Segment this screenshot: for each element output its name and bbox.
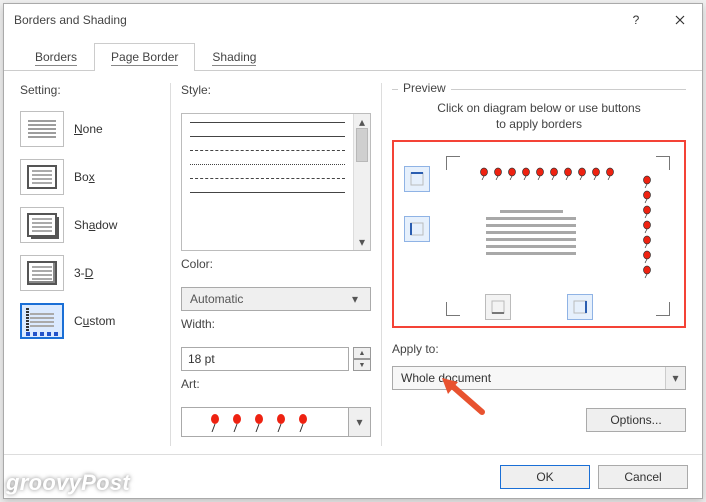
style-line-solid[interactable] xyxy=(190,122,345,123)
help-button[interactable]: ? xyxy=(614,4,658,36)
border-bottom-toggle[interactable] xyxy=(485,294,511,320)
style-listbox[interactable]: ▴ ▾ xyxy=(181,113,371,251)
chevron-down-icon: ▾ xyxy=(346,292,364,306)
color-combo[interactable]: Automatic ▾ xyxy=(181,287,371,311)
style-scrollbar[interactable]: ▴ ▾ xyxy=(353,114,370,250)
shadow-thumb xyxy=(20,207,64,243)
apply-to-combo[interactable]: Whole document ▾ xyxy=(392,366,686,390)
preview-highlight-box xyxy=(392,140,686,328)
apply-to-label: Apply to: xyxy=(392,342,686,356)
preview-label: Preview xyxy=(398,81,451,95)
box-thumb xyxy=(20,159,64,195)
apply-to-value: Whole document xyxy=(401,371,491,385)
width-input[interactable]: 18 pt xyxy=(181,347,349,371)
chevron-down-icon: ▾ xyxy=(665,367,685,389)
borders-shading-dialog: Borders and Shading ? Borders Page Borde… xyxy=(3,3,703,499)
setting-option-shadow[interactable]: Shadow xyxy=(20,203,160,247)
tab-shading[interactable]: Shading xyxy=(195,43,273,71)
style-line-dashed[interactable] xyxy=(190,178,345,179)
dialog-body: Setting: None Box Shadow 3-D Custom xyxy=(4,71,702,454)
setting-option-label: 3-D xyxy=(74,266,93,280)
border-top-toggle[interactable] xyxy=(404,166,430,192)
threeD-thumb xyxy=(20,255,64,291)
scroll-down-icon[interactable]: ▾ xyxy=(356,236,368,248)
width-spinner[interactable]: ▲▼ xyxy=(353,347,371,371)
options-button[interactable]: Options... xyxy=(586,408,686,432)
tab-strip: Borders Page Border Shading xyxy=(4,36,702,71)
window-title: Borders and Shading xyxy=(14,13,614,27)
scroll-thumb[interactable] xyxy=(356,128,368,162)
setting-option-label: Shadow xyxy=(74,218,117,232)
color-value: Automatic xyxy=(190,292,243,306)
setting-column: Setting: None Box Shadow 3-D Custom xyxy=(20,83,160,446)
spin-down-icon[interactable]: ▼ xyxy=(353,359,371,371)
chevron-down-icon: ▾ xyxy=(356,415,362,429)
scroll-up-icon[interactable]: ▴ xyxy=(356,116,368,128)
border-right-icon xyxy=(572,299,588,315)
setting-option-label: Box xyxy=(74,170,95,184)
style-label: Style: xyxy=(181,83,371,97)
width-label: Width: xyxy=(181,317,371,331)
corner-marker xyxy=(446,156,460,170)
separator xyxy=(170,83,171,446)
setting-option-3d[interactable]: 3-D xyxy=(20,251,160,295)
style-line-dotted[interactable] xyxy=(190,164,345,165)
preview-page-diagram[interactable] xyxy=(446,156,670,316)
setting-option-label: Custom xyxy=(74,314,115,328)
art-label: Art: xyxy=(181,377,371,391)
setting-label: Setting: xyxy=(20,83,160,97)
separator xyxy=(381,83,382,446)
art-balloons-icon xyxy=(205,412,325,432)
ok-button[interactable]: OK xyxy=(500,465,590,489)
border-left-icon xyxy=(409,221,425,237)
setting-option-box[interactable]: Box xyxy=(20,155,160,199)
applied-border-top-art xyxy=(476,166,706,180)
border-left-toggle[interactable] xyxy=(404,216,430,242)
border-top-icon xyxy=(409,171,425,187)
style-line-dashdot[interactable] xyxy=(190,192,345,193)
scroll-track[interactable] xyxy=(354,128,370,236)
spin-up-icon[interactable]: ▲ xyxy=(353,347,371,359)
setting-option-none[interactable]: None xyxy=(20,107,160,151)
setting-option-label: None xyxy=(74,122,103,136)
style-line-dashed-long[interactable] xyxy=(190,150,345,151)
style-items xyxy=(182,114,353,250)
close-button[interactable] xyxy=(658,4,702,36)
style-column: Style: ▴ ▾ Color: Automatic xyxy=(181,83,371,446)
preview-text-lines xyxy=(486,210,576,255)
border-bottom-icon xyxy=(490,299,506,315)
preview-hint: Click on diagram below or use buttonsto … xyxy=(392,100,686,132)
art-combo[interactable] xyxy=(181,407,349,437)
none-thumb xyxy=(20,111,64,147)
close-icon xyxy=(675,15,685,25)
style-line-thin[interactable] xyxy=(190,136,345,137)
art-dropdown-button[interactable]: ▾ xyxy=(349,407,371,437)
custom-thumb xyxy=(20,303,64,339)
border-right-toggle[interactable] xyxy=(567,294,593,320)
setting-option-custom[interactable]: Custom xyxy=(20,299,160,343)
color-label: Color: xyxy=(181,257,371,271)
cancel-button[interactable]: Cancel xyxy=(598,465,688,489)
tab-borders[interactable]: Borders xyxy=(18,43,94,71)
tab-page-border[interactable]: Page Border xyxy=(94,43,195,71)
titlebar: Borders and Shading ? xyxy=(4,4,702,36)
dialog-footer: OK Cancel xyxy=(4,454,702,498)
preview-column: Preview Click on diagram below or use bu… xyxy=(392,83,686,446)
